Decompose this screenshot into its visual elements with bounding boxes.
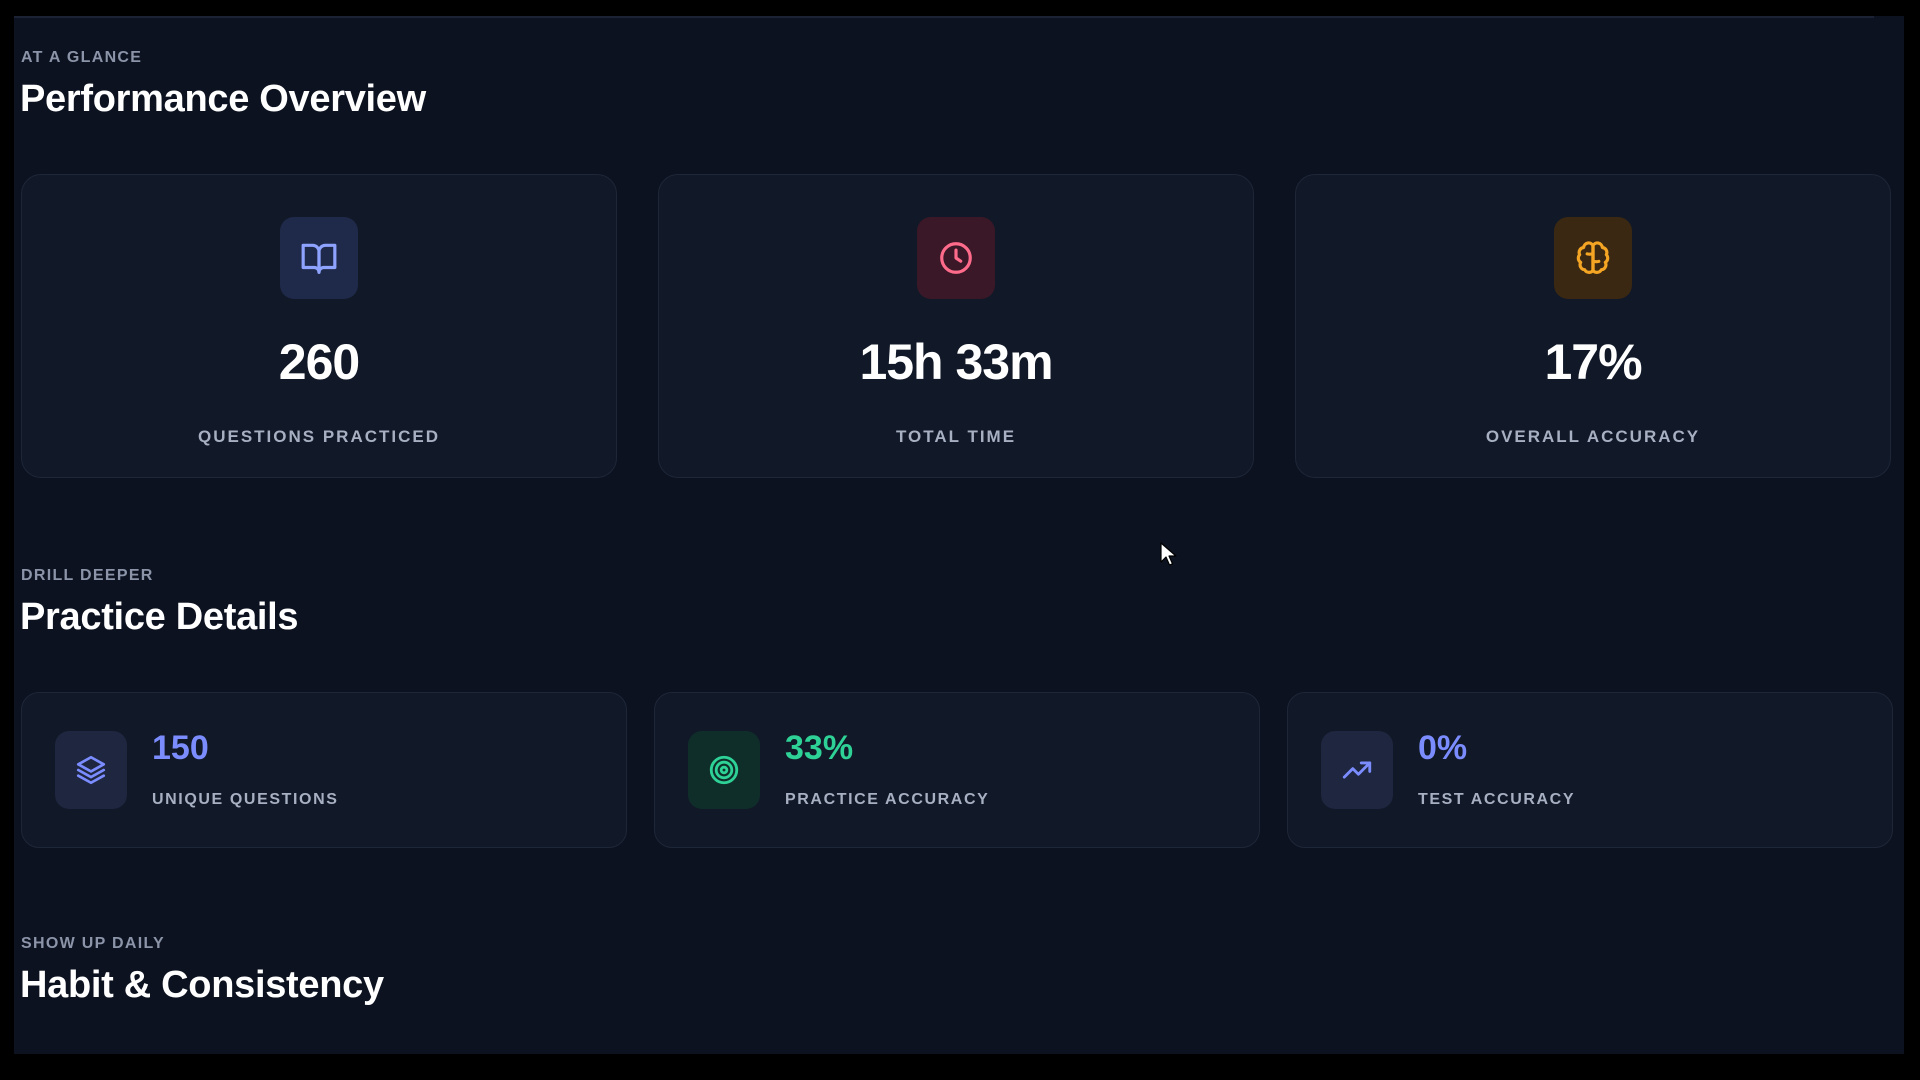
trending-up-icon	[1321, 731, 1393, 809]
top-divider	[14, 16, 1874, 18]
overview-eyebrow: AT A GLANCE	[21, 49, 143, 66]
practice-title: Practice Details	[20, 596, 299, 638]
target-icon	[688, 731, 760, 809]
practice-accuracy-label: PRACTICE ACCURACY	[785, 791, 990, 808]
unique-questions-card: 150 UNIQUE QUESTIONS	[21, 692, 627, 848]
test-accuracy-value: 0%	[1418, 729, 1468, 767]
test-accuracy-label: TEST ACCURACY	[1418, 791, 1576, 808]
overall-accuracy-label: OVERALL ACCURACY	[1485, 427, 1701, 446]
clock-icon	[917, 217, 995, 299]
questions-practiced-label: QUESTIONS PRACTICED	[197, 427, 441, 446]
brain-icon	[1554, 217, 1632, 299]
overall-accuracy-card: 17% OVERALL ACCURACY	[1295, 174, 1891, 478]
questions-practiced-card: 260 QUESTIONS PRACTICED	[21, 174, 617, 478]
test-accuracy-card: 0% TEST ACCURACY	[1287, 692, 1893, 848]
total-time-value: 15h 33m	[859, 334, 1053, 390]
practice-eyebrow: DRILL DEEPER	[21, 567, 154, 584]
questions-practiced-value: 260	[278, 334, 360, 390]
practice-accuracy-value: 33%	[785, 729, 854, 767]
overall-accuracy-value: 17%	[1544, 334, 1642, 390]
layers-icon	[55, 731, 127, 809]
mouse-cursor-icon	[1160, 542, 1178, 573]
unique-questions-value: 150	[152, 729, 209, 767]
overview-title: Performance Overview	[20, 78, 426, 120]
book-open-icon	[280, 217, 358, 299]
habit-title: Habit & Consistency	[20, 964, 384, 1006]
dashboard-frame: AT A GLANCE Performance Overview 260 QUE…	[14, 16, 1904, 1054]
habit-eyebrow: SHOW UP DAILY	[21, 935, 166, 952]
unique-questions-label: UNIQUE QUESTIONS	[152, 791, 339, 808]
total-time-label: TOTAL TIME	[895, 427, 1017, 446]
total-time-card: 15h 33m TOTAL TIME	[658, 174, 1254, 478]
practice-accuracy-card: 33% PRACTICE ACCURACY	[654, 692, 1260, 848]
